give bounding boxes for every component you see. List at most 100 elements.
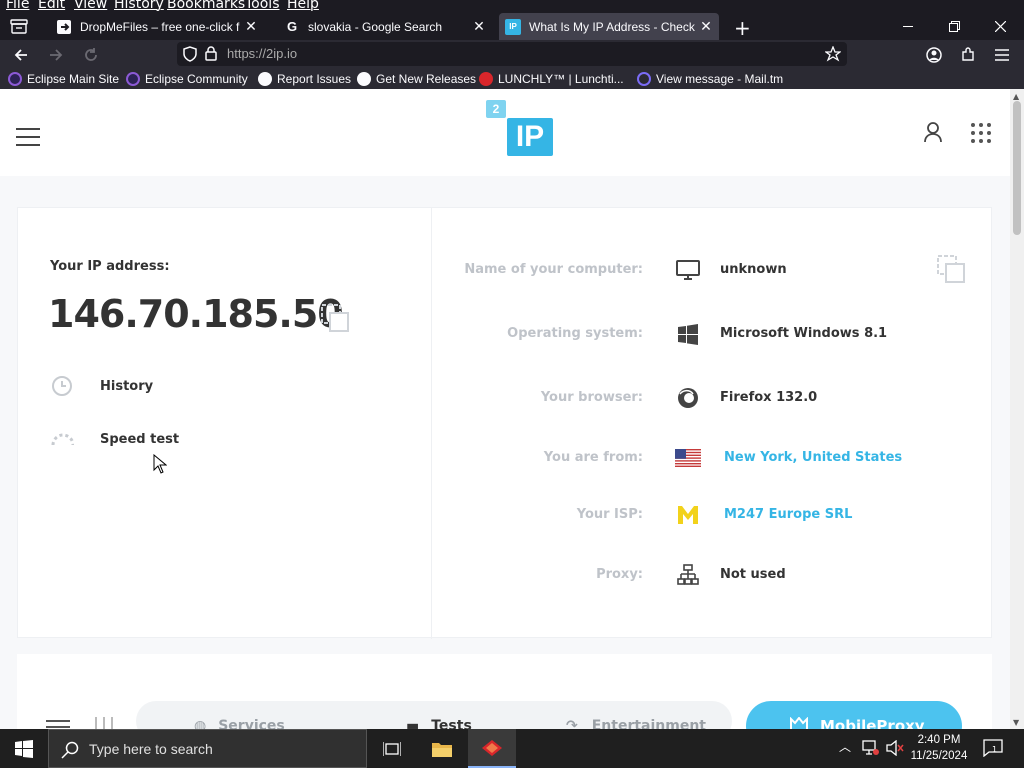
nav-bar: https://2ip.io: [0, 40, 1024, 68]
entertainment-icon: ↷: [566, 718, 578, 729]
tab-title: DropMeFiles – free one-click file sharin…: [80, 19, 240, 34]
lunchly-icon: [479, 71, 493, 86]
info-value: unknown: [720, 262, 787, 277]
tab-google-search[interactable]: G slovakia - Google Search ✕: [278, 13, 492, 40]
tab-services[interactable]: ◍ Services: [194, 718, 285, 729]
copy-ip-icon[interactable]: [321, 304, 349, 332]
page-scrollbar[interactable]: ▲ ▼: [1010, 89, 1024, 729]
tab-dropmefiles[interactable]: DropMeFiles – free one-click file sharin…: [50, 13, 264, 40]
tab-label: Entertainment: [591, 718, 707, 729]
history-label: History: [100, 378, 154, 394]
speed-test-link[interactable]: Speed test: [50, 427, 179, 451]
menu-history[interactable]: History: [114, 0, 164, 12]
hamburger-menu-icon[interactable]: [16, 128, 40, 146]
network-icon: [675, 562, 701, 588]
copy-computer-name-icon[interactable]: [937, 255, 965, 283]
bookmark-report-issues[interactable]: Report Issues: [258, 70, 351, 87]
2ip-favicon-icon: IP: [505, 18, 521, 35]
bookmark-mail-tm[interactable]: View message - Mail.tm: [637, 70, 783, 87]
web-page: 2 IP Your IP address: 146.70.185.50 Hist…: [0, 89, 1010, 729]
bookmark-label: Get New Releases: [376, 71, 477, 86]
address-bar[interactable]: https://2ip.io: [177, 42, 847, 66]
isp-logo-icon: [675, 502, 701, 528]
history-link[interactable]: History: [50, 374, 153, 398]
close-tab-icon[interactable]: ✕: [244, 18, 258, 35]
menu-help[interactable]: Help: [287, 0, 319, 12]
user-icon[interactable]: [922, 121, 944, 143]
volume-muted-icon[interactable]: [886, 740, 904, 756]
scroll-thumb[interactable]: [1013, 101, 1021, 235]
close-window-icon[interactable]: [977, 13, 1023, 40]
info-row-browser: Your browser: Firefox 132.0: [432, 383, 992, 413]
info-row-os: Operating system: Microsoft Windows 8.1: [432, 319, 992, 349]
location-link[interactable]: New York, United States: [724, 450, 902, 465]
info-row-computer: Name of your computer: unknown: [432, 255, 992, 285]
tray-chevron-icon[interactable]: ︿: [839, 738, 851, 755]
taskbar-clock[interactable]: 2:40 PM 11/25/2024: [906, 732, 972, 764]
site-header: 2 IP: [0, 89, 1010, 176]
tab-tests[interactable]: ▬ Tests: [406, 718, 472, 729]
task-view-icon[interactable]: [368, 729, 416, 768]
bookmark-star-icon[interactable]: [825, 46, 841, 62]
bookmark-lunchly[interactable]: LUNCHLY™ | Lunchti...: [479, 70, 624, 87]
bookmark-label: Eclipse Community: [145, 71, 248, 86]
lock-icon[interactable]: [205, 46, 217, 61]
globe-icon: ◍: [194, 718, 207, 729]
reload-icon[interactable]: [80, 44, 102, 66]
shield-icon[interactable]: [183, 46, 197, 62]
menu-tools[interactable]: Tools: [245, 0, 280, 12]
extensions-icon[interactable]: [957, 44, 979, 66]
tab-list-icon[interactable]: [10, 19, 28, 34]
windows-start-icon[interactable]: [0, 729, 48, 768]
file-explorer-icon[interactable]: [418, 729, 466, 768]
dropmefiles-favicon-icon: [56, 19, 72, 35]
info-key: Name of your computer:: [464, 262, 643, 277]
close-tab-icon[interactable]: ✕: [472, 18, 486, 35]
taskbar-search[interactable]: Type here to search: [48, 729, 367, 768]
ip-label: Your IP address:: [50, 259, 170, 274]
bookmark-label: Eclipse Main Site: [27, 71, 120, 86]
eclipse-icon: [126, 71, 140, 86]
firefox-taskbar-icon[interactable]: [468, 729, 516, 768]
tab-entertainment[interactable]: ↷ Entertainment: [566, 718, 706, 729]
info-value: Not used: [720, 567, 786, 582]
app-menu-icon[interactable]: [991, 44, 1013, 66]
menu-bookmarks[interactable]: Bookmarks: [167, 0, 245, 12]
back-icon[interactable]: [10, 44, 32, 66]
info-value: Firefox 132.0: [720, 390, 818, 405]
new-tab-icon[interactable]: +: [734, 16, 751, 40]
minimize-icon[interactable]: [885, 13, 931, 40]
firefox-icon: [675, 385, 701, 411]
scroll-down-icon[interactable]: ▼: [1013, 718, 1019, 727]
grid-view-icon[interactable]: [94, 717, 114, 729]
windows-icon: [675, 321, 701, 347]
mobileproxy-button[interactable]: MobileProxy: [746, 701, 962, 729]
apps-grid-icon[interactable]: [971, 123, 991, 143]
info-key: Your ISP:: [576, 507, 643, 522]
mail-tm-icon: [637, 71, 651, 86]
menu-edit[interactable]: Edit: [38, 0, 65, 12]
monitor-icon: [675, 257, 701, 283]
bookmark-get-new-releases[interactable]: Get New Releases: [357, 70, 476, 87]
list-view-icon[interactable]: [46, 719, 70, 729]
restore-icon[interactable]: [931, 13, 977, 40]
tab-2ip-active[interactable]: IP What Is My IP Address - Check your IP…: [499, 13, 719, 40]
account-icon[interactable]: [923, 44, 945, 66]
forward-icon[interactable]: [45, 44, 67, 66]
menu-bar: File Edit View History Bookmarks Tools H…: [0, 0, 1024, 13]
notification-center-icon[interactable]: 1: [983, 739, 1003, 761]
network-tray-icon[interactable]: [862, 740, 880, 756]
logo-two: 2: [486, 100, 506, 118]
isp-link[interactable]: M247 Europe SRL: [724, 507, 852, 522]
tests-icon: ▬: [406, 718, 420, 729]
site-logo[interactable]: 2 IP: [486, 100, 554, 160]
info-row-isp: Your ISP: M247 Europe SRL: [432, 500, 992, 530]
scroll-up-icon[interactable]: ▲: [1013, 92, 1019, 101]
mouse-cursor-icon: [153, 454, 167, 474]
menu-view[interactable]: View: [74, 0, 107, 12]
close-tab-icon[interactable]: ✕: [699, 18, 713, 35]
bookmark-eclipse-main[interactable]: Eclipse Main Site: [8, 70, 119, 87]
bookmark-eclipse-community[interactable]: Eclipse Community: [126, 70, 248, 87]
menu-file[interactable]: File: [6, 0, 29, 12]
crown-icon: [790, 717, 808, 729]
